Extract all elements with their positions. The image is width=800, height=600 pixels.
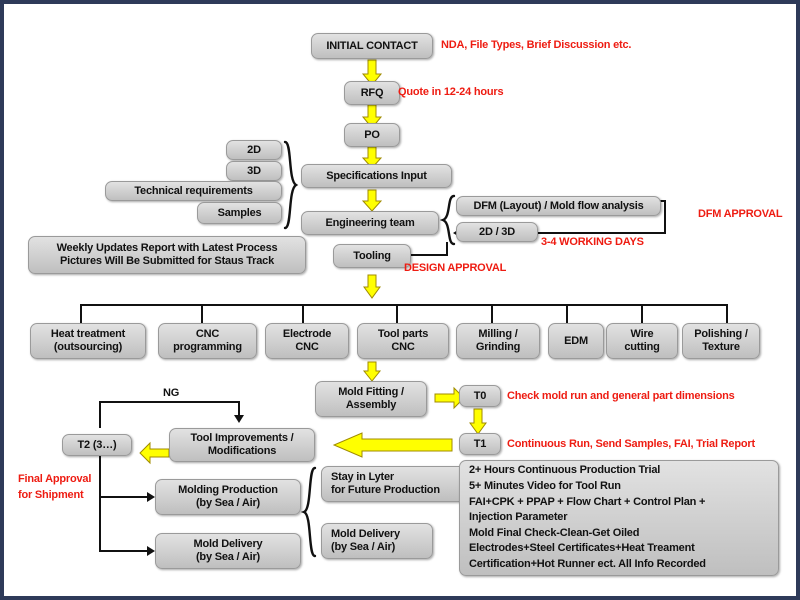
annotation-check-mold-run: Check mold run and general part dimensio…	[507, 390, 735, 402]
connector-to-mold-delivery-left	[99, 550, 149, 552]
yellow-arrow-tool-improvements-to-t2	[139, 441, 170, 465]
node-milling-grinding[interactable]: Milling / Grinding	[456, 323, 540, 359]
node-heat-treatment[interactable]: Heat treatment (outsourcing)	[30, 323, 146, 359]
node-rfq[interactable]: RFQ	[344, 81, 400, 105]
annotation-quote: Quote in 12-24 hours	[398, 86, 504, 98]
node-specifications-input[interactable]: Specifications Input	[301, 164, 452, 188]
brace-delivery-options	[301, 466, 317, 558]
node-stay-in-lyter[interactable]: Stay in Lyter for Future Production	[321, 466, 479, 502]
node-tooling[interactable]: Tooling	[333, 244, 411, 268]
node-3d[interactable]: 3D	[226, 161, 282, 181]
node-dfm-layout[interactable]: DFM (Layout) / Mold flow analysis	[456, 196, 661, 216]
connector-dfm-loop-vertical	[664, 200, 666, 234]
node-molding-production[interactable]: Molding Production (by Sea / Air)	[155, 479, 301, 515]
node-cnc-programming[interactable]: CNC programming	[158, 323, 257, 359]
connector-process-branch-3	[302, 304, 304, 324]
connector-ng-horizontal	[99, 401, 240, 403]
node-tool-improvements[interactable]: Tool Improvements / Modifications	[169, 428, 315, 462]
annotation-nda: NDA, File Types, Brief Discussion etc.	[441, 39, 632, 51]
node-samples[interactable]: Samples	[197, 202, 282, 224]
node-2d-3d[interactable]: 2D / 3D	[456, 222, 538, 242]
node-t0[interactable]: T0	[459, 385, 501, 407]
diagram-frame: INITIAL CONTACT RFQ PO 2D 3D Technical r…	[4, 4, 796, 596]
connector-ng-left-vertical	[99, 401, 101, 428]
arrowhead-into-mold-delivery-left	[147, 546, 155, 556]
connector-process-branch-6	[566, 304, 568, 324]
yellow-arrow-tooling-to-processes	[363, 274, 381, 299]
node-tool-parts-cnc[interactable]: Tool parts CNC	[357, 323, 449, 359]
node-po[interactable]: PO	[344, 123, 400, 147]
connector-process-tree-bar	[80, 304, 728, 306]
arrowhead-into-tool-improvements	[234, 415, 244, 423]
annotation-design-approval: DESIGN APPROVAL	[404, 262, 507, 274]
connector-process-branch-2	[201, 304, 203, 324]
connector-process-branch-5	[491, 304, 493, 324]
node-mold-delivery-left[interactable]: Mold Delivery (by Sea / Air)	[155, 533, 301, 569]
yellow-arrow-specs-to-engineering	[361, 189, 383, 212]
node-mold-fitting[interactable]: Mold Fitting / Assembly	[315, 381, 427, 417]
node-t1[interactable]: T1	[459, 433, 501, 455]
connector-process-branch-7	[641, 304, 643, 324]
annotation-dfm-approval: DFM APPROVAL	[698, 208, 783, 220]
yellow-arrow-t0-to-t1	[469, 408, 487, 435]
yellow-arrow-processes-to-mold-fitting	[362, 361, 382, 382]
node-mold-delivery-right[interactable]: Mold Delivery (by Sea / Air)	[321, 523, 433, 559]
connector-design-approval-horizontal	[406, 254, 448, 256]
brace-inputs	[283, 140, 299, 230]
annotation-final-approval: Final Approval for Shipment	[18, 473, 92, 501]
yellow-arrow-t1-to-tool-improvements	[332, 432, 453, 458]
node-wire-cutting[interactable]: Wire cutting	[606, 323, 678, 359]
node-technical-requirements[interactable]: Technical requirements	[105, 181, 282, 201]
node-electrode-cnc[interactable]: Electrode CNC	[265, 323, 349, 359]
connector-process-branch-8	[726, 304, 728, 324]
connector-process-branch-4	[396, 304, 398, 324]
node-weekly-updates[interactable]: Weekly Updates Report with Latest Proces…	[28, 236, 306, 274]
annotation-ng: NG	[163, 387, 180, 399]
annotation-working-days: 3-4 WORKING DAYS	[541, 236, 644, 248]
connector-to-molding-production	[99, 496, 149, 498]
node-edm[interactable]: EDM	[548, 323, 604, 359]
annotation-continuous-run: Continuous Run, Send Samples, FAI, Trial…	[507, 438, 755, 450]
flowchart-canvas: INITIAL CONTACT RFQ PO 2D 3D Technical r…	[4, 4, 796, 596]
node-2d[interactable]: 2D	[226, 140, 282, 160]
node-engineering-team[interactable]: Engineering team	[301, 211, 439, 235]
connector-process-branch-1	[80, 304, 82, 324]
node-polishing-texture[interactable]: Polishing / Texture	[682, 323, 760, 359]
arrowhead-into-molding-production	[147, 492, 155, 502]
node-checklist[interactable]: 2+ Hours Continuous Production Trial 5+ …	[459, 460, 779, 576]
node-t2[interactable]: T2 (3…)	[62, 434, 132, 456]
node-initial-contact[interactable]: INITIAL CONTACT	[311, 33, 433, 59]
brace-dfm-group	[440, 194, 456, 246]
